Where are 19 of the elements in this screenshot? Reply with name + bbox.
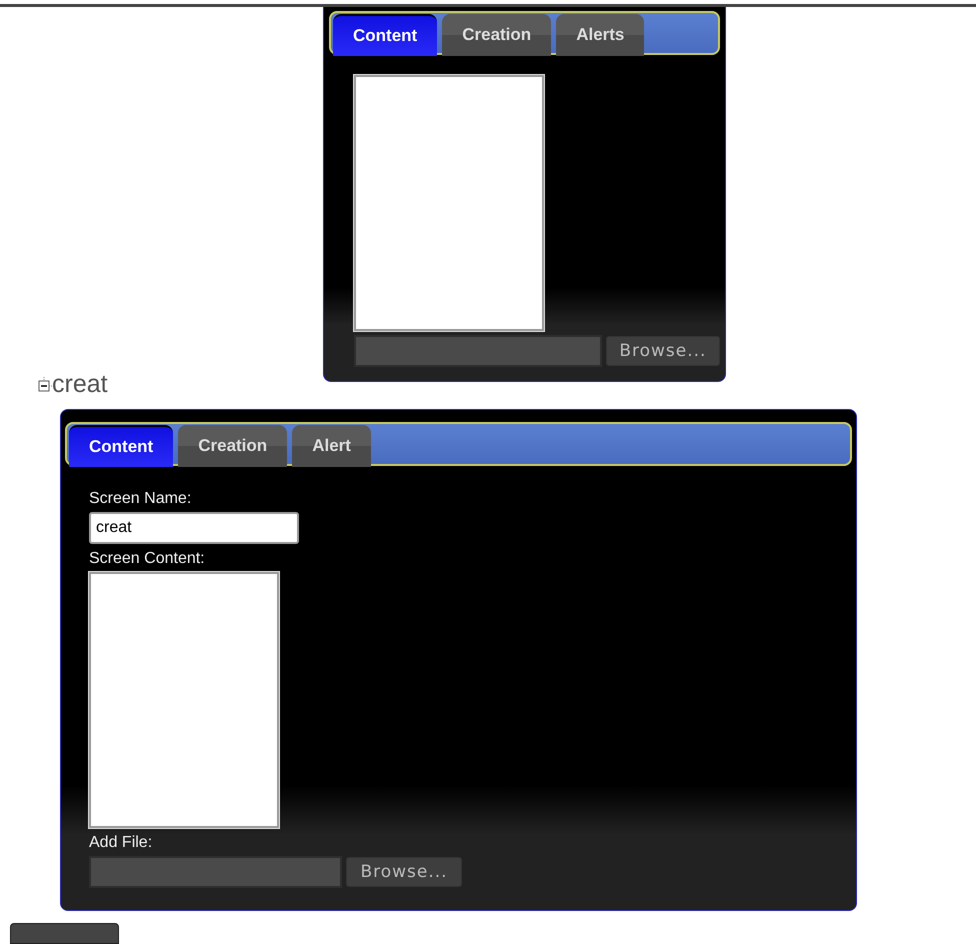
tab[interactable]: Creation xyxy=(178,425,288,468)
file-field[interactable] xyxy=(354,334,602,367)
field-label: Add File: xyxy=(89,834,154,852)
browse-button[interactable]: Browse... xyxy=(346,857,462,888)
text-area[interactable] xyxy=(354,74,544,331)
field-label: Screen Content: xyxy=(89,550,206,568)
field-label: Screen Name: xyxy=(89,490,192,508)
tab[interactable]: Content xyxy=(69,425,174,468)
tree-node-label[interactable]: creat xyxy=(52,370,108,400)
browse-button[interactable]: Browse... xyxy=(606,336,720,366)
tab[interactable]: Creation xyxy=(442,14,552,56)
file-field[interactable] xyxy=(89,856,342,888)
tab[interactable]: Alert xyxy=(292,425,371,468)
button[interactable] xyxy=(10,922,119,944)
tab[interactable]: Alerts xyxy=(556,14,644,56)
text-area[interactable] xyxy=(89,572,279,828)
screen-name-field[interactable]: creat xyxy=(89,512,299,544)
tab[interactable]: Content xyxy=(333,14,438,56)
collapse-icon[interactable] xyxy=(38,376,52,393)
